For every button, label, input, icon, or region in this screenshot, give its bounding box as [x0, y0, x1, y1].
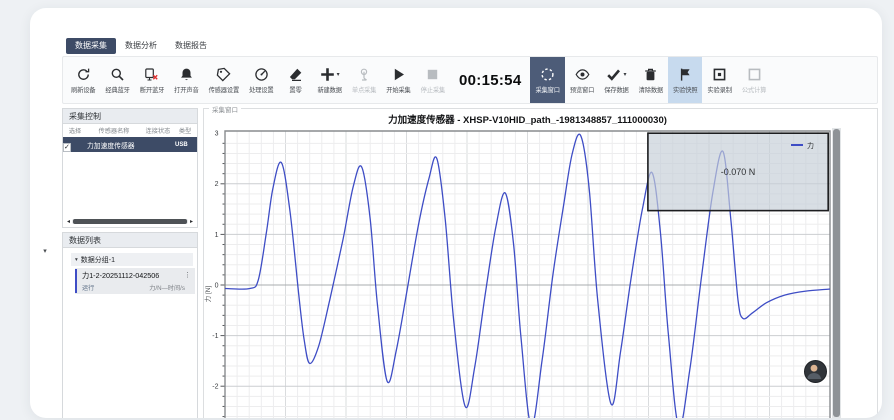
- toolbar-button-sound-on[interactable]: 打开声音: [169, 57, 203, 103]
- toolbar-button-experiment-snapshot[interactable]: 实验快照: [668, 57, 702, 103]
- toolbar-button-stop-collect: 停止采集: [416, 57, 450, 103]
- scroll-left-arrow-icon[interactable]: ◂: [65, 218, 72, 225]
- svg-text:3: 3: [215, 131, 219, 138]
- flag-icon: [678, 67, 693, 82]
- eraser-icon: [288, 67, 303, 82]
- toolbar-button-disconnect-bluetooth[interactable]: 断开蓝牙: [135, 57, 169, 103]
- check-icon: [606, 67, 621, 82]
- square-icon: [747, 67, 762, 82]
- scrollbar-thumb[interactable]: [73, 219, 187, 224]
- item-menu-icon[interactable]: ⋮: [184, 271, 191, 281]
- toolbar-button-formula-calc: 公式计算: [737, 57, 771, 103]
- toolbar-button-preview-window[interactable]: 预览窗口: [565, 57, 599, 103]
- bluetooth-off-icon: [144, 67, 159, 82]
- toolbar-button-new-data[interactable]: ▾新建数据: [312, 57, 346, 103]
- toolbar-button-experiment-record[interactable]: 实验录制: [702, 57, 736, 103]
- collect-panel-horizontal-scrollbar[interactable]: ◂ ▸: [65, 218, 195, 225]
- group-expand-icon[interactable]: ▾: [75, 257, 78, 263]
- col-type: 类型: [175, 126, 195, 135]
- app-window: 数据采集数据分析数据报告 刷新设备经典蓝牙断开蓝牙打开声音传感器设置处理设置置零…: [30, 8, 882, 418]
- svg-text:-0.070 N: -0.070 N: [721, 167, 756, 177]
- chart-scrollbar-thumb[interactable]: [833, 129, 840, 417]
- item-axes-label: 力/N—时间/s: [149, 283, 185, 292]
- dashed-circle-icon: [540, 67, 555, 82]
- svg-text:-1: -1: [212, 333, 218, 340]
- col-connect-status: 连接状态: [141, 126, 175, 135]
- plus-icon: [320, 67, 335, 82]
- gauge-icon: [254, 67, 269, 82]
- item-accent-bar: [75, 269, 77, 293]
- person-icon: [805, 361, 825, 381]
- tab-0[interactable]: 数据采集: [66, 38, 116, 54]
- refresh-icon: [76, 67, 91, 82]
- search-icon: [110, 67, 125, 82]
- collect-timer: 00:15:54: [459, 72, 521, 89]
- dropdown-caret-icon[interactable]: ▾: [337, 71, 340, 78]
- tap-icon: [357, 67, 372, 82]
- sensor-type: USB: [175, 142, 195, 148]
- legend-entry: 力: [807, 141, 814, 150]
- eye-icon: [575, 67, 590, 82]
- bell-icon: [179, 67, 194, 82]
- dropdown-caret-icon[interactable]: ▾: [623, 71, 626, 78]
- item-title: 力1-2-20251112-042506: [82, 271, 159, 281]
- desktop: 数据采集数据分析数据报告 刷新设备经典蓝牙断开蓝牙打开声音传感器设置处理设置置零…: [0, 0, 894, 420]
- sensor-row[interactable]: ✓ 力加速度传感器 USB: [63, 137, 197, 152]
- toolbar-button-save-data[interactable]: ▾保存数据: [599, 57, 633, 103]
- collect-control-panel: 采集控制 选择 传感器名称 连接状态 类型 ✓ 力加速度传感器 USB ◂ ▸: [62, 108, 198, 228]
- toolbar-button-single-point-collect: 单点采集: [347, 57, 381, 103]
- tab-2[interactable]: 数据报告: [166, 38, 216, 54]
- toolbar-button-collect-window[interactable]: 采集窗口: [530, 57, 564, 103]
- item-status: 运行: [82, 283, 94, 292]
- toolbar: 刷新设备经典蓝牙断开蓝牙打开声音传感器设置处理设置置零▾新建数据单点采集开始采集…: [62, 56, 878, 104]
- tag-icon: [216, 67, 231, 82]
- chart-plot[interactable]: 3 2 1 0 -1 -2 力 [N] -0.070 N 力: [203, 108, 878, 418]
- toolbar-button-start-collect[interactable]: 开始采集: [381, 57, 415, 103]
- toolbar-button-process-settings[interactable]: 处理设置: [244, 57, 278, 103]
- sidebar-collapse-button[interactable]: ▾: [40, 248, 50, 257]
- data-group-row[interactable]: ▾ 数据分组-1: [71, 253, 193, 266]
- svg-text:力 [N]: 力 [N]: [203, 286, 212, 303]
- assistant-avatar-button[interactable]: [804, 360, 827, 383]
- svg-text:-2: -2: [212, 384, 218, 391]
- main-tab-bar: 数据采集数据分析数据报告: [66, 38, 216, 54]
- col-sensor-name: 传感器名称: [87, 126, 141, 135]
- toolbar-button-clear-data[interactable]: 清除数据: [634, 57, 668, 103]
- svg-text:2: 2: [215, 181, 219, 188]
- play-icon: [391, 67, 406, 82]
- svg-text:0: 0: [215, 282, 219, 289]
- tab-1[interactable]: 数据分析: [116, 38, 166, 54]
- collect-control-title: 采集控制: [63, 109, 197, 124]
- chart-vertical-scrollbar[interactable]: [832, 128, 841, 418]
- data-list-item[interactable]: 力1-2-20251112-042506 ⋮ 运行 力/N—时间/s: [75, 268, 195, 294]
- toolbar-button-zero-set[interactable]: 置零: [278, 57, 312, 103]
- stop-icon: [425, 67, 440, 82]
- col-select: 选择: [63, 126, 87, 135]
- scroll-right-arrow-icon[interactable]: ▸: [188, 218, 195, 225]
- record-icon: [712, 67, 727, 82]
- data-list-panel: 数据列表 ▾ 数据分组-1 力1-2-20251112-042506 ⋮ 运行 …: [62, 232, 198, 418]
- sensor-checkbox[interactable]: ✓: [63, 143, 71, 152]
- toolbar-button-sensor-settings[interactable]: 传感器设置: [204, 57, 245, 103]
- toolbar-button-refresh-device[interactable]: 刷新设备: [66, 57, 100, 103]
- svg-text:1: 1: [215, 232, 219, 239]
- group-label: 数据分组-1: [81, 255, 115, 265]
- toolbar-button-classic-bluetooth[interactable]: 经典蓝牙: [100, 57, 134, 103]
- sensor-name: 力加速度传感器: [87, 140, 141, 150]
- trash-icon: [643, 67, 658, 82]
- data-list-title: 数据列表: [63, 233, 197, 248]
